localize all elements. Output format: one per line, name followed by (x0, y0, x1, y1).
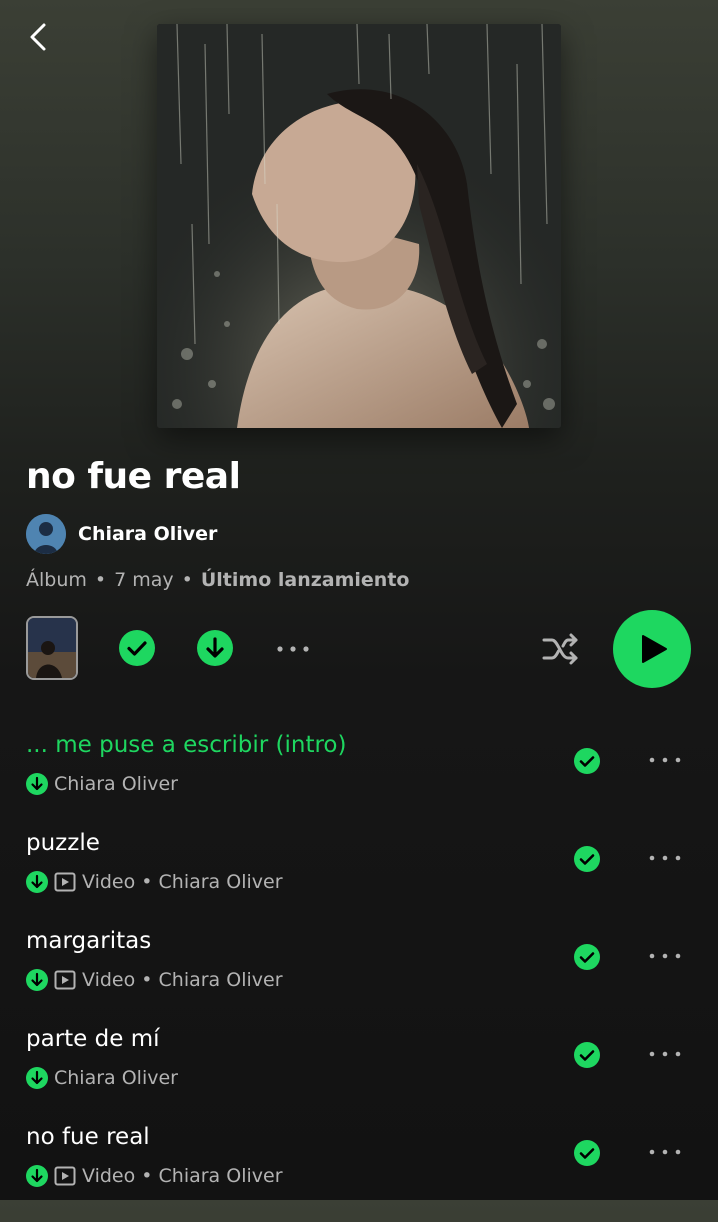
track-subtitle: Video • Chiara Oliver (26, 1164, 283, 1188)
track-artist: Video • Chiara Oliver (82, 1165, 283, 1187)
video-icon (54, 970, 76, 990)
track-title: ... me puse a escribir (intro) (26, 732, 347, 758)
play-icon (613, 610, 691, 688)
track-artist: Chiara Oliver (54, 1067, 178, 1089)
back-button[interactable] (24, 20, 54, 54)
album-type: Álbum (26, 569, 87, 591)
album-preview-thumbnail[interactable] (26, 616, 78, 680)
action-bar (0, 610, 718, 690)
check-circle-icon (119, 630, 155, 666)
downloaded-icon (26, 969, 48, 991)
downloaded-icon (26, 871, 48, 893)
more-icon (277, 646, 309, 652)
track-more-icon[interactable] (648, 1145, 682, 1159)
chevron-left-icon (30, 23, 46, 51)
saved-check-icon[interactable] (574, 748, 600, 774)
track-row[interactable]: parte de mí Chiara Oliver (0, 1026, 718, 1124)
artist-avatar (26, 514, 66, 554)
video-icon (54, 872, 76, 892)
track-artist: Chiara Oliver (54, 773, 178, 795)
track-subtitle: Chiara Oliver (26, 1066, 178, 1090)
track-more-icon[interactable] (648, 753, 682, 767)
video-icon (54, 1166, 76, 1186)
track-subtitle: Chiara Oliver (26, 772, 178, 796)
release-label: Último lanzamiento (200, 569, 410, 591)
track-subtitle: Video • Chiara Oliver (26, 870, 283, 894)
meta-separator: • (94, 569, 107, 591)
track-row[interactable]: no fue real Video • Chiara Oliver (0, 1124, 718, 1222)
album-cover (157, 24, 561, 428)
play-button[interactable] (613, 610, 691, 692)
track-title: puzzle (26, 830, 100, 856)
artist-link[interactable]: Chiara Oliver (26, 514, 217, 554)
shuffle-button[interactable] (541, 631, 581, 671)
track-more-icon[interactable] (648, 1047, 682, 1061)
shuffle-icon (542, 633, 578, 665)
saved-check-icon[interactable] (574, 846, 600, 872)
track-row[interactable]: ... me puse a escribir (intro) Chiara Ol… (0, 732, 718, 830)
track-row[interactable]: margaritas Video • Chiara Oliver (0, 928, 718, 1026)
meta-separator: • (181, 569, 193, 591)
saved-check-icon[interactable] (574, 944, 600, 970)
track-title: parte de mí (26, 1026, 160, 1052)
artist-name: Chiara Oliver (78, 523, 218, 545)
release-date: 7 may (114, 569, 174, 591)
album-title: no fue real (26, 456, 241, 497)
more-options-button[interactable] (276, 641, 310, 660)
track-row[interactable]: puzzle Video • Chiara Oliver (0, 830, 718, 928)
downloaded-icon (26, 773, 48, 795)
track-title: margaritas (26, 928, 152, 954)
track-more-icon[interactable] (648, 949, 682, 963)
saved-check-icon[interactable] (574, 1042, 600, 1068)
album-meta: Álbum • 7 may • Último lanzamiento (26, 569, 409, 591)
downloaded-icon (26, 1165, 48, 1187)
track-title: no fue real (26, 1124, 150, 1150)
download-icon (197, 630, 233, 666)
track-artist: Video • Chiara Oliver (82, 969, 283, 991)
saved-check-icon[interactable] (574, 1140, 600, 1166)
saved-button[interactable] (119, 630, 155, 670)
download-button[interactable] (197, 630, 233, 670)
track-artist: Video • Chiara Oliver (82, 871, 283, 893)
downloaded-icon (26, 1067, 48, 1089)
track-more-icon[interactable] (648, 851, 682, 865)
track-subtitle: Video • Chiara Oliver (26, 968, 283, 992)
